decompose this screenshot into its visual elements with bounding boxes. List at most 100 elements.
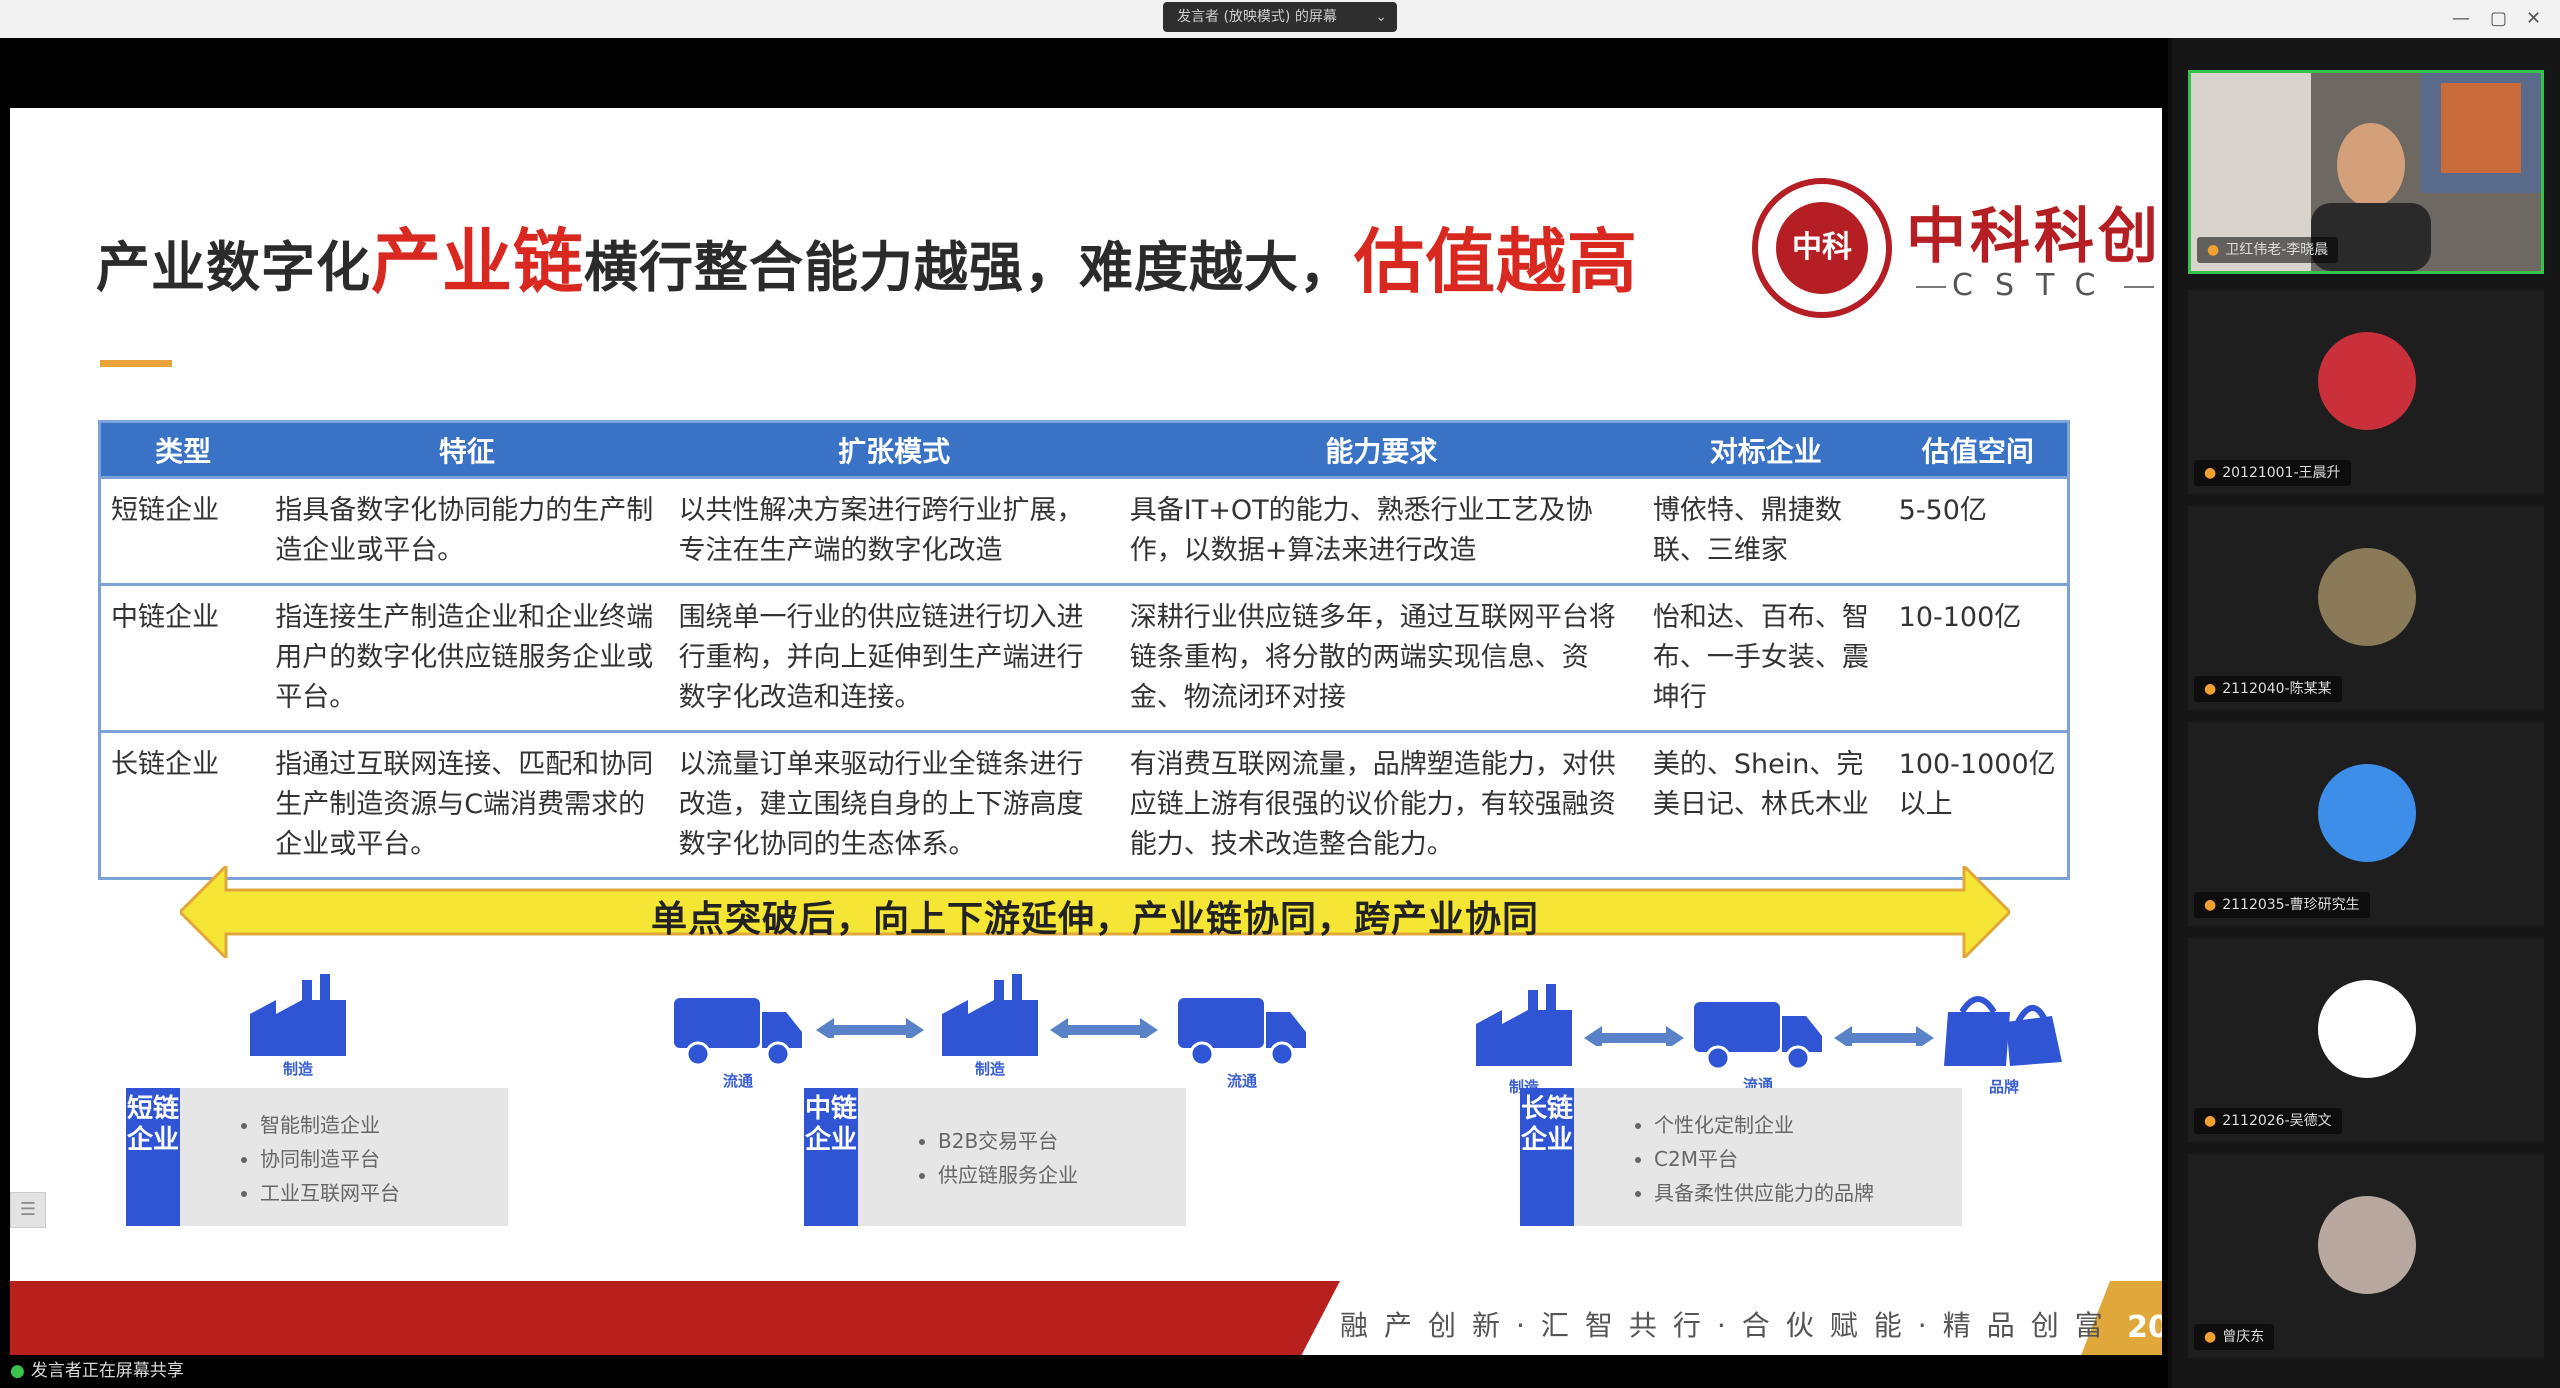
list-item: 智能制造企业 [260, 1108, 508, 1142]
mic-icon: ● [2204, 897, 2217, 913]
logo-chinese: 中科科创 [1906, 202, 2162, 272]
factory-icon [942, 974, 1038, 1056]
table-cell: 中链企业 [99, 583, 266, 732]
factory-caption: 制造 [974, 1060, 1005, 1078]
chevron-down-icon[interactable]: ⌄ [1375, 2, 1387, 32]
list-item: 具备柔性供应能力的品牌 [1654, 1176, 1962, 1210]
participant-name: ● 2112026-吴德文 [2194, 1108, 2342, 1134]
avatar [2318, 764, 2416, 862]
list-item: 供应链服务企业 [938, 1158, 1186, 1192]
avatar [2318, 980, 2416, 1078]
table-cell: 深耕行业供应链多年，通过互联网平台将链条重构，将分散的两端实现信息、资金、物流闭… [1119, 583, 1643, 732]
participant-tile[interactable]: ● 2112035-曹珍研究生 [2188, 722, 2544, 926]
title-highlight: 产业链 [371, 221, 584, 303]
footer-slogan: 融产创新·汇智共行·合伙赋能·精品创富 [1340, 1309, 2119, 1342]
participant-sidebar: ● 卫红伟老-李晓晨 ● 20121001-王晨升 ● 2112040-陈某某 ● 21… [2172, 38, 2560, 1388]
presentation-slide: 产业数字化产业链横行整合能力越强，难度越大，估值越高 中科 中科科创 CSTC … [10, 108, 2162, 1358]
bags-caption: 品牌 [1988, 1078, 2019, 1096]
exchange-arrow-icon [816, 1018, 924, 1038]
category-list: 智能制造企业 协同制造平台 工业互联网平台 [180, 1088, 508, 1226]
logo-english: CSTC [1910, 268, 2160, 303]
participant-tile[interactable]: ● 20121001-王晨升 [2188, 290, 2544, 494]
participant-name: ● 卫红伟老-李晓晨 [2197, 237, 2339, 263]
table-cell: 以共性解决方案进行跨行业扩展，专注在生产端的数字化改造 [668, 476, 1120, 585]
list-item: 工业互联网平台 [260, 1176, 508, 1210]
page-number: 20 [2118, 1298, 2162, 1358]
exchange-arrow-icon [1584, 1026, 1684, 1046]
mic-icon: ● [2204, 681, 2217, 697]
factory-caption: 制造 [282, 1060, 313, 1078]
close-icon[interactable]: ✕ [2526, 8, 2541, 29]
category-tag: 中链企业 [804, 1088, 858, 1226]
avatar [2318, 1196, 2416, 1294]
participant-name: ● 20121001-王晨升 [2194, 460, 2351, 486]
table-row: 长链企业 指通过互联网连接、匹配和协同生产制造资源与C端消费需求的企业或平台。 … [99, 730, 2069, 879]
list-item: 协同制造平台 [260, 1142, 508, 1176]
table-cell: 有消费互联网流量，品牌塑造能力，对供应链上游有很强的议价能力，有较强融资能力、技… [1119, 730, 1643, 879]
category-list: B2B交易平台 供应链服务企业 [858, 1088, 1186, 1226]
table-header: 类型 [99, 421, 266, 478]
minimize-icon[interactable]: — [2452, 8, 2470, 29]
shopping-bags-icon [1944, 996, 2062, 1066]
category-tag: 长链企业 [1520, 1088, 1574, 1226]
table-cell: 100-1000亿以上 [1888, 730, 2069, 879]
title-part: 横行整合能力越强，难度越大， [584, 236, 1354, 299]
factory-icon [1476, 984, 1572, 1066]
factory-icon [250, 974, 346, 1056]
table-cell: 指通过互联网连接、匹配和协同生产制造资源与C端消费需求的企业或平台。 [265, 730, 669, 879]
participant-tile[interactable]: ● 2112026-吴德文 [2188, 938, 2544, 1142]
table-header-row: 类型 特征 扩张模式 能力要求 对标企业 估值空间 [99, 421, 2069, 478]
category-tag: 短链企业 [126, 1088, 180, 1226]
table-cell: 围绕单一行业的供应链进行切入进行重构，并向上延伸到生产端进行数字化改造和连接。 [668, 583, 1120, 732]
share-title-pill[interactable]: 发言者 (放映模式) 的屏幕 ⌄ [1163, 2, 1397, 32]
table-row: 短链企业 指具备数字化协同能力的生产制造企业或平台。 以共性解决方案进行跨行业扩… [99, 476, 2069, 585]
share-title-text: 发言者 (放映模式) 的屏幕 [1177, 9, 1337, 25]
comparison-table: 类型 特征 扩张模式 能力要求 对标企业 估值空间 短链企业 指具备数字化协同能… [98, 420, 2070, 880]
table-cell: 具备IT+OT的能力、熟悉行业工艺及协作，以数据+算法来进行改造 [1119, 476, 1643, 585]
table-cell: 短链企业 [99, 476, 266, 585]
avatar [2318, 548, 2416, 646]
logo-seal-icon: 中科 [1752, 178, 1892, 318]
participant-tile-video[interactable]: ● 卫红伟老-李晓晨 [2188, 70, 2544, 274]
truck-icon [1694, 1002, 1822, 1071]
arrow-caption: 单点突破后，向上下游延伸，产业链协同，跨产业协同 [650, 899, 1539, 940]
participant-name: ● 曾庆东 [2194, 1324, 2275, 1350]
truck-icon [1178, 998, 1306, 1067]
slide-nav-button[interactable]: ☰ [10, 1192, 46, 1228]
slide-title: 产业数字化产业链横行整合能力越强，难度越大，估值越高 [96, 206, 1638, 307]
window-title-bar: 发言者 (放映模式) 的屏幕 ⌄ — ▢ ✕ [0, 0, 2560, 38]
table-cell: 指具备数字化协同能力的生产制造企业或平台。 [265, 476, 669, 585]
mic-icon: ● [10, 1361, 25, 1381]
mic-icon: ● [2207, 242, 2220, 258]
logo-seal-text: 中科 [1776, 202, 1868, 294]
participant-tile[interactable]: ● 2112040-陈某某 [2188, 506, 2544, 710]
list-item: C2M平台 [1654, 1142, 1962, 1176]
table-header: 估值空间 [1888, 421, 2069, 478]
table-header: 能力要求 [1119, 421, 1643, 478]
table-header: 扩张模式 [668, 421, 1120, 478]
shared-screen: 产业数字化产业链横行整合能力越强，难度越大，估值越高 中科 中科科创 CSTC … [0, 38, 2168, 1370]
truck-caption: 流通 [722, 1072, 753, 1090]
participant-name: ● 2112040-陈某某 [2194, 676, 2342, 702]
table-cell: 博依特、鼎捷数联、三维家 [1642, 476, 1889, 585]
truck-caption: 流通 [1226, 1072, 1257, 1090]
table-row: 中链企业 指连接生产制造企业和企业终端用户的数字化供应链服务企业或平台。 围绕单… [99, 583, 2069, 732]
list-item: B2B交易平台 [938, 1124, 1186, 1158]
maximize-icon[interactable]: ▢ [2490, 8, 2507, 29]
table-cell: 怡和达、百布、智布、一手女装、震坤行 [1642, 583, 1889, 732]
table-cell: 长链企业 [99, 730, 266, 879]
title-highlight: 估值越高 [1354, 221, 1638, 303]
category-long-chain: 长链企业 个性化定制企业 C2M平台 具备柔性供应能力的品牌 [1520, 1088, 1962, 1226]
status-bar: ● 发言者正在屏幕共享 [0, 1355, 2168, 1388]
table-cell: 以流量订单来驱动行业全链条进行改造，建立围绕自身的上下游高度数字化协同的生态体系… [668, 730, 1120, 879]
category-short-chain: 短链企业 智能制造企业 协同制造平台 工业互联网平台 [126, 1088, 508, 1226]
title-part: 产业数字化 [96, 236, 371, 299]
participant-tile[interactable]: ● 曾庆东 [2188, 1154, 2544, 1358]
truck-icon [674, 998, 802, 1067]
table-cell: 指连接生产制造企业和企业终端用户的数字化供应链服务企业或平台。 [265, 583, 669, 732]
participant-name: ● 2112035-曹珍研究生 [2194, 892, 2370, 918]
table-cell: 10-100亿 [1888, 583, 2069, 732]
mic-icon: ● [2204, 1113, 2217, 1129]
category-mid-chain: 中链企业 B2B交易平台 供应链服务企业 [804, 1088, 1186, 1226]
exchange-arrow-icon [1834, 1026, 1934, 1046]
